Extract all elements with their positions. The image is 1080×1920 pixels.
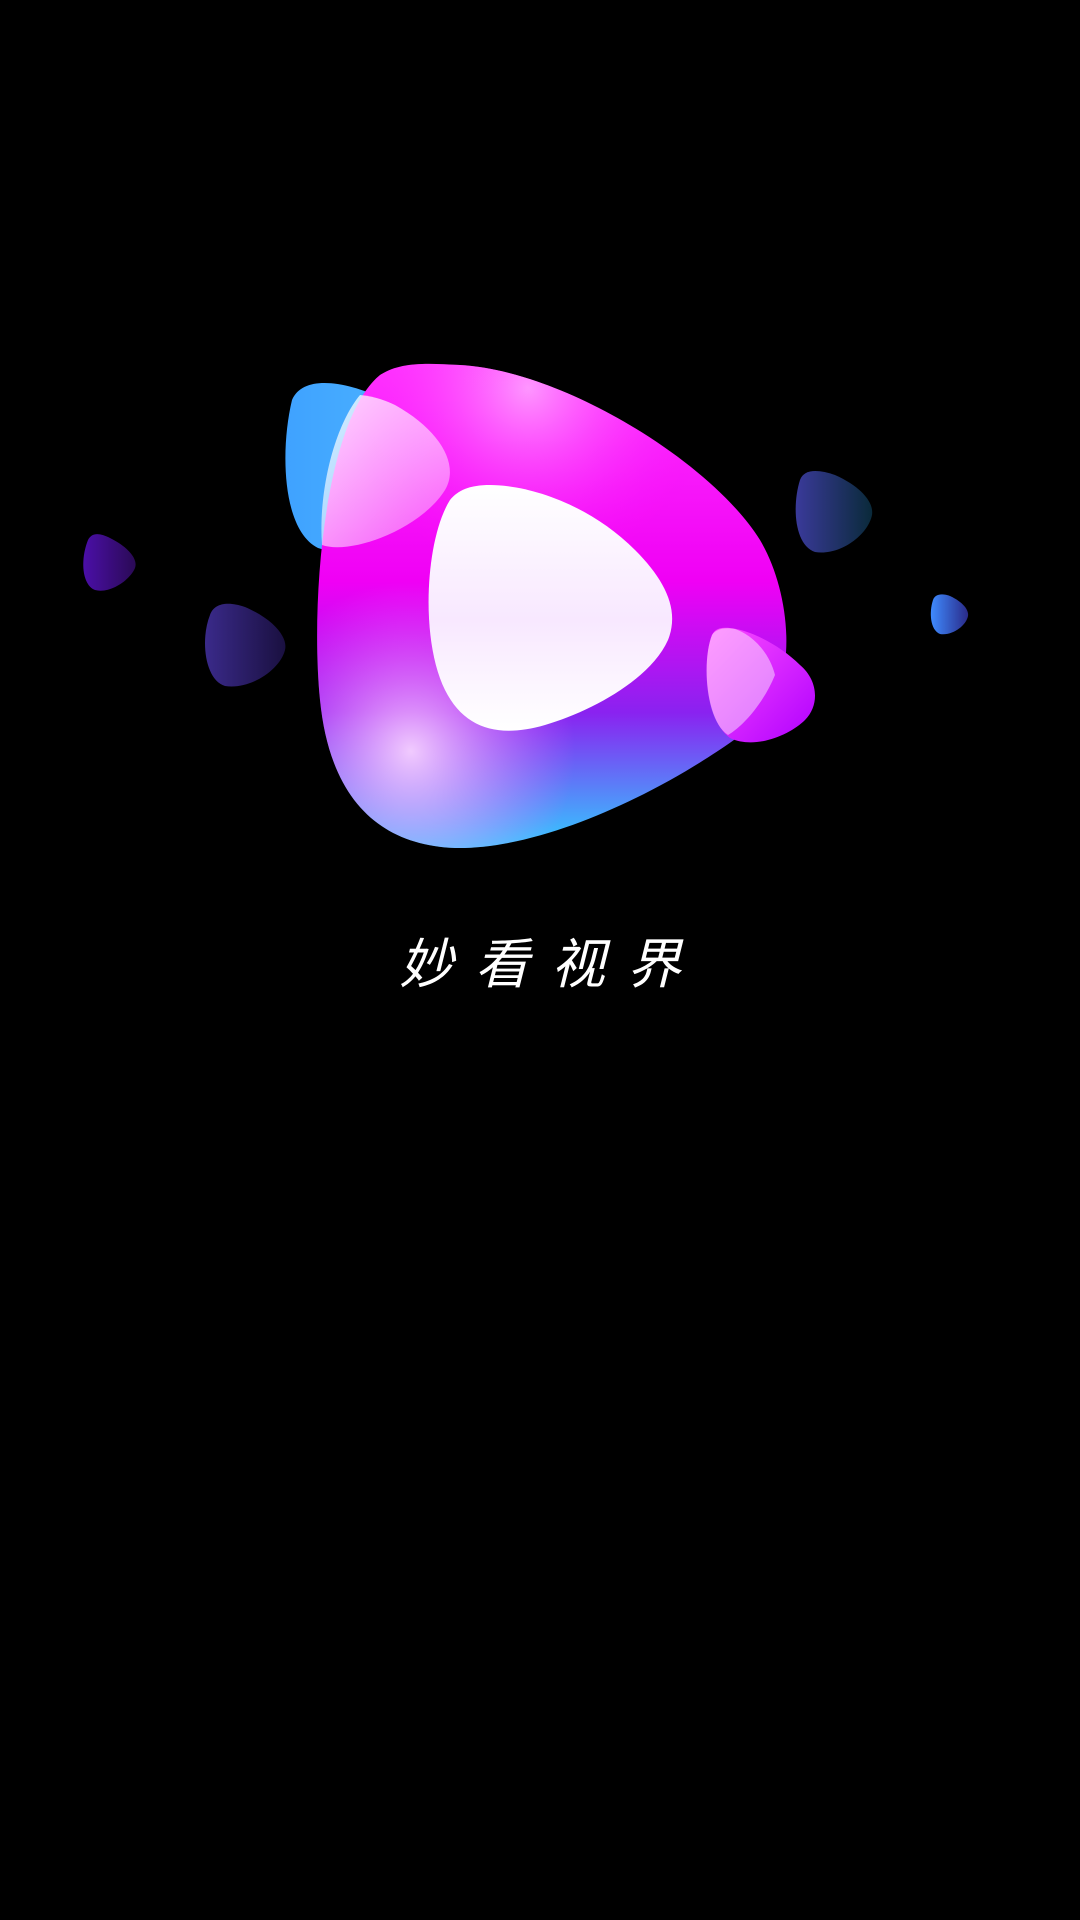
tiny-blob-right-icon bbox=[930, 594, 969, 635]
small-blob-left-icon bbox=[83, 534, 136, 591]
small-blob-mid-left-icon bbox=[205, 603, 286, 687]
splash-screen: 妙看视界 bbox=[0, 0, 1080, 1920]
app-slogan: 妙看视界 bbox=[399, 933, 703, 996]
small-blob-right-icon bbox=[795, 470, 873, 553]
